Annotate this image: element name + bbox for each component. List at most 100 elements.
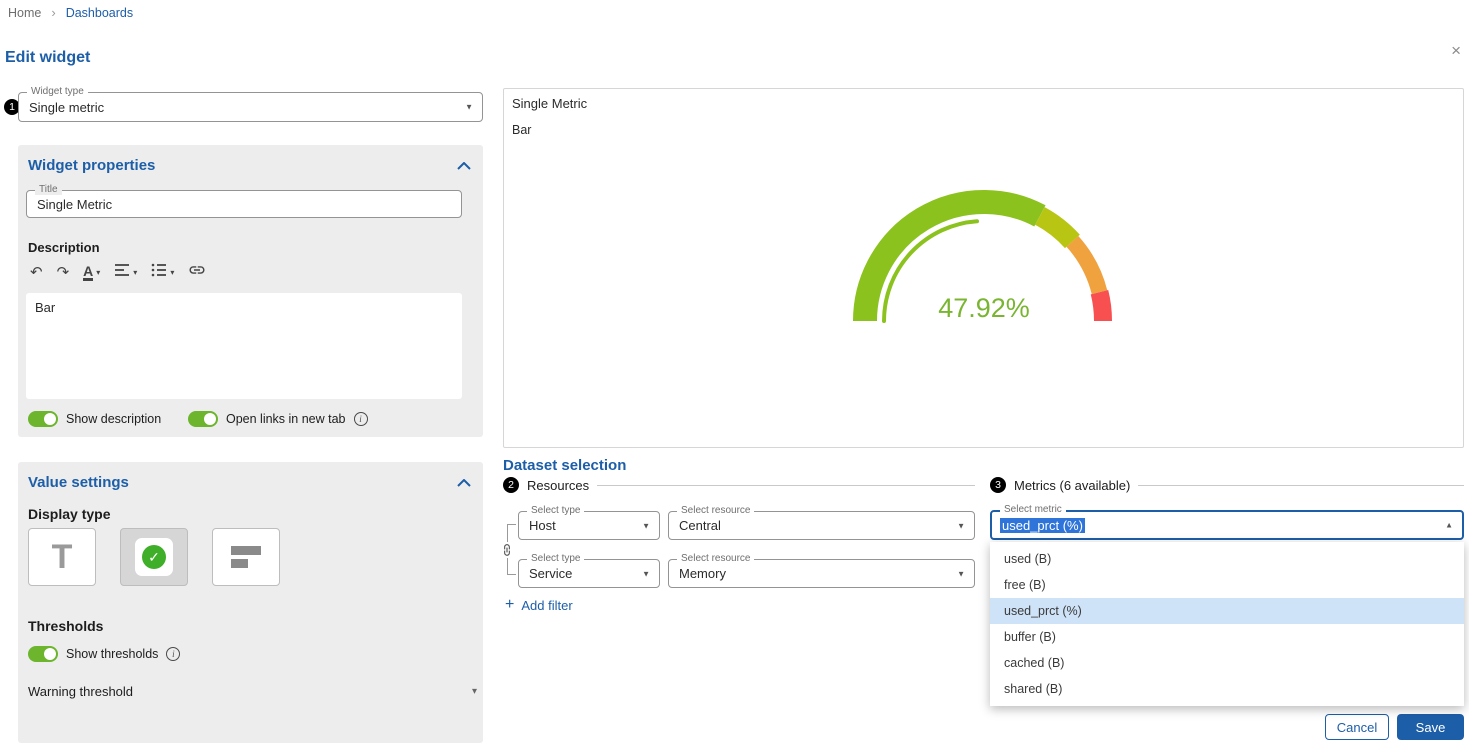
- metrics-group-header: 3 Metrics (6 available): [990, 477, 1464, 493]
- value-settings-panel: Value settings Display type T ✓ Threshol…: [18, 462, 483, 743]
- metric-option[interactable]: buffer (B): [990, 624, 1464, 650]
- show-description-toggle-row: Show description: [28, 411, 161, 427]
- resource-rows-bracket-tick: [507, 574, 516, 575]
- text-color-button[interactable]: A ▾: [83, 264, 100, 282]
- preview-title: Single Metric: [512, 96, 587, 111]
- display-type-gauge-button[interactable]: ✓: [120, 528, 188, 586]
- title-input[interactable]: Title Single Metric: [26, 190, 462, 218]
- align-button[interactable]: ▾: [114, 263, 137, 282]
- resource-type-select-1[interactable]: Select type Host ▼: [518, 511, 660, 540]
- metrics-label: Metrics (6 available): [1014, 478, 1130, 493]
- align-left-icon: [114, 263, 130, 282]
- select-type-label: Select type: [527, 506, 584, 516]
- widget-properties-panel: Widget properties Title Single Metric De…: [18, 145, 483, 437]
- check-circle-icon: ✓: [142, 545, 166, 569]
- open-links-label: Open links in new tab: [226, 412, 346, 426]
- metric-option[interactable]: cached (B): [990, 650, 1464, 676]
- close-icon[interactable]: ×: [1451, 42, 1461, 59]
- select-resource-value: Central: [669, 512, 974, 539]
- collapse-chevron-up-icon[interactable]: [457, 162, 471, 170]
- add-filter-button[interactable]: + Add filter: [505, 597, 573, 613]
- redo-icon: ↷: [57, 265, 70, 280]
- gauge-chart: 47.92%: [851, 189, 1116, 339]
- info-icon[interactable]: i: [354, 412, 368, 426]
- metric-option-selected[interactable]: used_prct (%): [990, 598, 1464, 624]
- divider: [1138, 485, 1464, 486]
- select-type-label: Select type: [527, 554, 584, 564]
- select-type-value: Host: [519, 512, 659, 539]
- select-resource-value: Memory: [669, 560, 974, 587]
- open-links-toggle-row: Open links in new tab i: [188, 411, 368, 427]
- preview-description: Bar: [512, 123, 531, 137]
- cancel-button[interactable]: Cancel: [1325, 714, 1389, 740]
- gauge-arc-red: [1099, 292, 1103, 321]
- add-filter-label: Add filter: [521, 598, 572, 613]
- metric-options-menu: used (B) free (B) used_prct (%) buffer (…: [990, 542, 1464, 706]
- resource-select-1[interactable]: Select resource Central ▼: [668, 511, 975, 540]
- chain-link-icon: [500, 542, 514, 558]
- widget-type-label: Widget type: [27, 87, 88, 97]
- chevron-down-icon: ▼: [642, 521, 650, 530]
- redo-button[interactable]: ↷: [57, 265, 70, 280]
- divider: [597, 485, 975, 486]
- select-type-value: Service: [519, 560, 659, 587]
- step-2-badge: 2: [503, 477, 519, 493]
- resource-rows-bracket-tick: [507, 524, 516, 525]
- open-links-toggle[interactable]: [188, 411, 218, 427]
- info-icon[interactable]: i: [166, 647, 180, 661]
- warning-threshold-label: Warning threshold: [28, 684, 133, 699]
- breadcrumb: Home › Dashboards: [8, 5, 133, 20]
- resources-group-header: 2 Resources: [503, 477, 975, 493]
- scrollbar-down-arrow[interactable]: ▾: [472, 686, 477, 697]
- chevron-down-icon: ▼: [957, 521, 965, 530]
- caret-down-icon: ▾: [96, 268, 100, 277]
- metric-option[interactable]: free (B): [990, 572, 1464, 598]
- page-title: Edit widget: [5, 49, 90, 67]
- bulleted-list-icon: [151, 263, 167, 282]
- breadcrumb-dashboards-link[interactable]: Dashboards: [66, 6, 133, 20]
- resources-label: Resources: [527, 478, 589, 493]
- gauge-arc-yellow-green: [1039, 216, 1072, 242]
- description-toolbar: ↶ ↷ A ▾ ▾ ▾: [30, 261, 206, 284]
- value-settings-heading: Value settings: [28, 474, 129, 491]
- widget-type-select[interactable]: Widget type Single metric ▼: [18, 92, 483, 122]
- description-label: Description: [28, 240, 100, 255]
- save-button[interactable]: Save: [1397, 714, 1464, 740]
- caret-down-icon: ▾: [170, 268, 174, 277]
- select-resource-label: Select resource: [677, 554, 754, 564]
- select-resource-label: Select resource: [677, 506, 754, 516]
- display-type-options: T ✓: [28, 528, 280, 586]
- metric-option[interactable]: shared (B): [990, 676, 1464, 702]
- show-thresholds-toggle-row: Show thresholds i: [28, 646, 180, 662]
- step-3-badge: 3: [990, 477, 1006, 493]
- show-thresholds-toggle[interactable]: [28, 646, 58, 662]
- dataset-selection-heading: Dataset selection: [503, 457, 626, 474]
- metric-option[interactable]: used (B): [990, 546, 1464, 572]
- gauge-arc-orange: [1072, 241, 1099, 292]
- chevron-down-icon: ▼: [957, 569, 965, 578]
- show-description-label: Show description: [66, 412, 161, 426]
- resource-type-select-2[interactable]: Select type Service ▼: [518, 559, 660, 588]
- widget-preview-panel: Single Metric Bar 47.92%: [503, 88, 1464, 448]
- undo-icon: ↶: [30, 265, 43, 280]
- chevron-down-icon: ▼: [465, 103, 473, 112]
- breadcrumb-home-link[interactable]: Home: [8, 6, 41, 20]
- thresholds-label: Thresholds: [28, 618, 103, 634]
- undo-button[interactable]: ↶: [30, 265, 43, 280]
- gauge-value-text: 47.92%: [938, 293, 1030, 323]
- display-type-bar-button[interactable]: [212, 528, 280, 586]
- metric-select-value: used_prct (%): [1000, 518, 1085, 533]
- insert-link-button[interactable]: [188, 261, 206, 284]
- title-input-value: Single Metric: [27, 191, 461, 217]
- resource-select-2[interactable]: Select resource Memory ▼: [668, 559, 975, 588]
- description-editor[interactable]: Bar: [26, 293, 462, 399]
- selected-option-tile: ✓: [135, 538, 173, 576]
- show-description-toggle[interactable]: [28, 411, 58, 427]
- list-button[interactable]: ▾: [151, 263, 174, 282]
- text-display-icon: T: [52, 538, 73, 577]
- metric-select-input[interactable]: Select metric used_prct (%) ▲: [990, 510, 1464, 540]
- display-type-text-button[interactable]: T: [28, 528, 96, 586]
- edit-widget-page: Home › Dashboards Edit widget × 1 Widget…: [0, 0, 1469, 743]
- collapse-chevron-up-icon[interactable]: [457, 479, 471, 487]
- widget-properties-heading: Widget properties: [28, 157, 155, 174]
